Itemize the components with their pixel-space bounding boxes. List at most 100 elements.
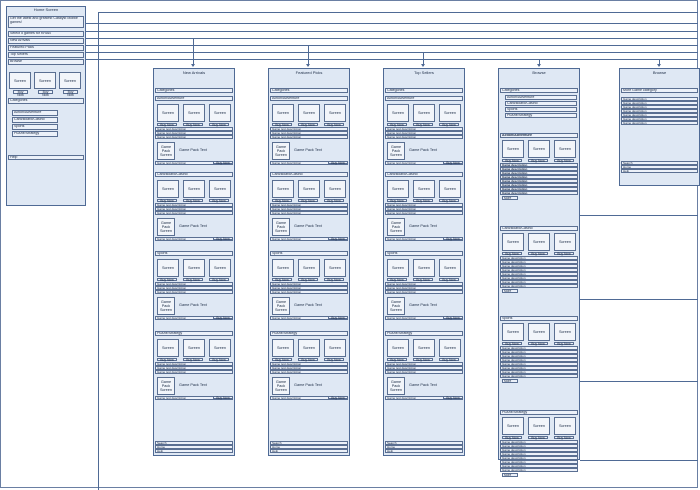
browse-category-item[interactable]: Puzzle/Strategy (505, 113, 577, 118)
buy-now-button[interactable]: Buy Now (324, 358, 344, 362)
section-header[interactable]: Puzzle/Strategy (385, 331, 463, 336)
buy-now-button[interactable]: Buy Now (554, 159, 574, 163)
screen-thumb[interactable]: Screen (528, 140, 550, 158)
screen-thumb[interactable]: Screen (387, 180, 409, 198)
section-header[interactable]: Puzzle/Strategy (270, 331, 348, 336)
screen-thumb[interactable]: Screen (528, 417, 550, 435)
game-pack-screen[interactable]: Game Pack Screen (387, 142, 405, 160)
screen-thumb[interactable]: Screen (439, 339, 461, 357)
game-pack-screen[interactable]: Game Pack Screen (387, 377, 405, 395)
buy-now-button[interactable]: Buy Now (328, 316, 348, 320)
screen-thumb[interactable]: Screen (554, 233, 576, 251)
screen-thumb[interactable]: Screen (183, 339, 205, 357)
screen-thumb[interactable]: Screen (209, 104, 231, 122)
home-category-item[interactable]: Card/Board/Casino (12, 117, 58, 123)
buy-now-button[interactable]: Buy Now (443, 316, 463, 320)
buy-now-button[interactable]: Buy Now (413, 358, 433, 362)
home-menu-item[interactable]: Top Sellers (8, 52, 84, 58)
buy-now-button[interactable]: Buy Now (439, 123, 459, 127)
buy-now-button[interactable]: Buy Now (183, 358, 203, 362)
buy-now-button[interactable]: Buy Now (528, 342, 548, 346)
buy-now-button[interactable]: Buy Now (443, 396, 463, 400)
buy-now-button[interactable]: Buy Now (328, 396, 348, 400)
buy-now-button[interactable]: Buy Now (387, 199, 407, 203)
buy-now-button[interactable]: Buy Now (324, 199, 344, 203)
screen-thumb[interactable]: Screen (298, 104, 320, 122)
buy-now-button[interactable]: Buy Now (38, 90, 53, 97)
screen-thumb[interactable]: Screen (183, 180, 205, 198)
screen-thumb[interactable]: Screen (528, 323, 550, 341)
buy-now-button[interactable]: Buy Now (298, 278, 318, 282)
home-category-item[interactable]: Puzzle/Strategy (12, 131, 58, 137)
buy-now-button[interactable]: Buy Now (554, 436, 574, 440)
buy-now-button[interactable]: Buy Now (213, 396, 233, 400)
footer-link[interactable]: Help (270, 449, 348, 453)
screen-thumb[interactable]: Screen (298, 180, 320, 198)
buy-now-button[interactable]: Buy Now (387, 358, 407, 362)
section-header[interactable]: Action/Adventure (270, 96, 348, 101)
footer-link[interactable]: Help (385, 449, 463, 453)
buy-now-button[interactable]: Buy Now (439, 199, 459, 203)
buy-now-button[interactable]: Buy Now (413, 199, 433, 203)
buy-now-button[interactable]: Buy Now (183, 278, 203, 282)
screen-thumb[interactable]: Screen (387, 104, 409, 122)
buy-now-button[interactable]: Buy Now (209, 123, 229, 127)
home-help[interactable]: Help (8, 155, 84, 160)
buy-now-button[interactable]: Buy Now (272, 123, 292, 127)
buy-now-button[interactable]: Buy Now (502, 342, 522, 346)
game-pack-screen[interactable]: Game Pack Screen (157, 297, 175, 315)
buy-now-button[interactable]: Buy Now (272, 199, 292, 203)
home-category-item[interactable]: Action/Adventure (12, 110, 58, 116)
game-pack-screen[interactable]: Game Pack Screen (272, 142, 290, 160)
buy-now-button[interactable]: Buy Now (502, 252, 522, 256)
section-header[interactable]: Card/Board/Casino (500, 226, 578, 231)
screen-thumb[interactable]: Screen (502, 233, 524, 251)
section-header[interactable]: Action/Adventure (500, 133, 578, 138)
browse-category-item[interactable]: Card/Board/Casino (505, 101, 577, 106)
buy-now-button[interactable]: Buy Now (439, 278, 459, 282)
screen-thumb[interactable]: Screen (413, 259, 435, 277)
screen-thumb[interactable]: Screen (439, 104, 461, 122)
screen-thumb[interactable]: Screen (298, 339, 320, 357)
buy-now-button[interactable]: Buy Now (272, 358, 292, 362)
screen-thumb[interactable]: Screen (324, 259, 346, 277)
screen-thumb[interactable]: Screen (413, 180, 435, 198)
buy-now-button[interactable]: Buy Now (272, 278, 292, 282)
buy-now-button[interactable]: Buy Now (209, 278, 229, 282)
buy-now-button[interactable]: Buy Now (213, 316, 233, 320)
screen-thumb[interactable]: Screen (502, 417, 524, 435)
section-header[interactable]: Puzzle/Strategy (155, 331, 233, 336)
buy-now-button[interactable]: Buy Now (439, 358, 459, 362)
screen-thumb[interactable]: Screen (554, 140, 576, 158)
buy-now-button[interactable]: Buy Now (413, 278, 433, 282)
buy-now-button[interactable]: Buy Now (328, 161, 348, 165)
buy-now-button[interactable]: Buy Now (213, 161, 233, 165)
home-select-label[interactable]: Select 5 games for KRAB (8, 31, 84, 37)
game-pack-screen[interactable]: Game Pack Screen (157, 377, 175, 395)
screen-thumb[interactable]: Screen (439, 259, 461, 277)
buy-now-button[interactable]: Buy Now (324, 123, 344, 127)
buy-now-button[interactable]: Buy Now (528, 252, 548, 256)
screen-thumb[interactable]: Screen (324, 339, 346, 357)
buy-now-button[interactable]: Buy Now (328, 237, 348, 241)
screen-thumb[interactable]: Screen (413, 339, 435, 357)
more-button[interactable]: More (502, 196, 518, 200)
screen-thumb[interactable]: Screen (554, 323, 576, 341)
screen-thumb[interactable]: Screen (157, 180, 179, 198)
screen-thumb[interactable]: Screen (157, 259, 179, 277)
buy-now-button[interactable]: Buy Now (183, 199, 203, 203)
buy-now-button[interactable]: Buy Now (209, 199, 229, 203)
home-menu-item[interactable]: Browse (8, 59, 84, 65)
buy-now-button[interactable]: Buy Now (554, 342, 574, 346)
browse-category-item[interactable]: Sports (505, 107, 577, 112)
buy-now-button[interactable]: Buy Now (387, 278, 407, 282)
game-pack-screen[interactable]: Game Pack Screen (272, 218, 290, 236)
screen-thumb[interactable]: Screen (34, 72, 56, 89)
buy-now-button[interactable]: Buy Now (528, 159, 548, 163)
section-header[interactable]: Sports (385, 251, 463, 256)
buy-now-button[interactable]: Buy Now (324, 278, 344, 282)
buy-now-button[interactable]: Buy Now (443, 237, 463, 241)
buy-now-button[interactable]: Buy Now (183, 123, 203, 127)
home-category-item[interactable]: Sports (12, 124, 58, 130)
screen-thumb[interactable]: Screen (298, 259, 320, 277)
